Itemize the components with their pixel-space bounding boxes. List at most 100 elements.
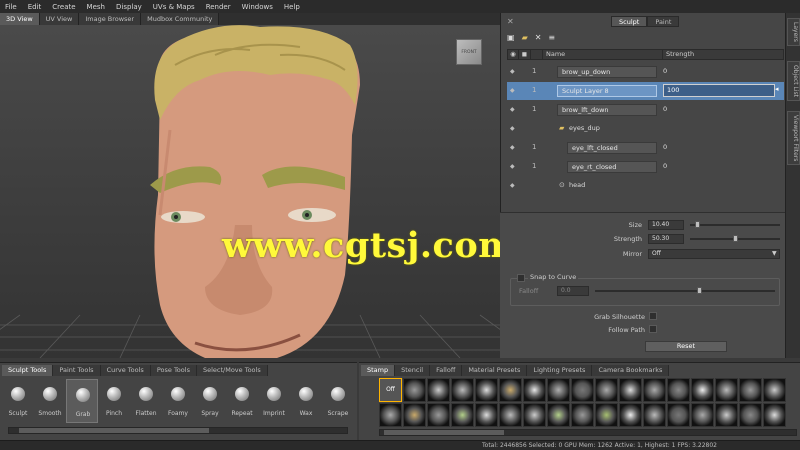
menu-icon[interactable]: ≡ [548,33,555,42]
menu-item-file[interactable]: File [5,3,17,11]
stamp-thumbnail[interactable] [475,403,498,427]
tool-sculpt[interactable]: Sculpt [2,379,34,423]
stamp-thumbnail[interactable] [379,403,402,427]
tab-pose-tools[interactable]: Pose Tools [150,365,197,376]
falloff-field[interactable]: 0.0 [557,286,589,296]
layer-flag[interactable]: 1 [532,86,536,94]
tab-mudbox-community[interactable]: Mudbox Community [141,13,220,25]
layer-row[interactable]: ◆ 1 eye_lft_closed 0 [507,139,784,157]
tool-foamy[interactable]: Foamy [162,379,194,423]
stamp-thumbnail[interactable] [763,378,786,402]
stamp-thumbnail[interactable] [475,378,498,402]
menu-item-render[interactable]: Render [206,3,231,11]
tab-material-presets[interactable]: Material Presets [462,365,528,376]
stamp-thumbnail[interactable] [619,403,642,427]
visibility-icon[interactable]: ◆ [510,163,515,170]
size-field[interactable]: 10.40 [648,220,684,230]
stamp-thumbnail[interactable] [667,403,690,427]
layer-row[interactable]: ◆ 1 eye_rt_closed 0 [507,158,784,176]
menu-item-uvs-maps[interactable]: UVs & Maps [153,3,195,11]
tab-stencil[interactable]: Stencil [395,365,431,376]
side-tab-object-list[interactable]: Object List [787,61,800,101]
tab-camera-bookmarks[interactable]: Camera Bookmarks [592,365,670,376]
layer-flag[interactable]: 1 [532,105,536,113]
layer-flag[interactable]: 1 [532,143,536,151]
stamp-thumbnail[interactable] [451,378,474,402]
falloff-slider[interactable] [595,290,775,292]
layer-row[interactable]: ◆ 1 Sculpt Layer 8 100 ◂ [507,82,784,100]
tool-pinch[interactable]: Pinch [98,379,130,423]
tab-lighting-presets[interactable]: Lighting Presets [527,365,593,376]
tab-curve-tools[interactable]: Curve Tools [100,365,151,376]
tab-paint[interactable]: Paint [647,16,680,27]
stamp-thumbnail[interactable] [427,378,450,402]
layer-flag[interactable]: 1 [532,67,536,75]
stamp-thumbnail[interactable] [547,403,570,427]
close-icon[interactable]: ✕ [507,17,514,26]
menu-item-edit[interactable]: Edit [28,3,42,11]
menu-item-windows[interactable]: Windows [242,3,273,11]
tab-uv-view[interactable]: UV View [39,13,80,25]
chevron-down-icon[interactable]: ▼ [772,250,777,257]
name-column-header[interactable]: Name [543,50,663,59]
visibility-icon[interactable]: ◆ [510,106,515,113]
stamp-thumbnail[interactable] [523,378,546,402]
tab-select-move-tools[interactable]: Select/Move Tools [196,365,268,376]
menu-item-help[interactable]: Help [284,3,300,11]
visibility-icon[interactable]: ◆ [510,87,515,94]
stamp-thumbnail[interactable] [499,378,522,402]
tab-sculpt-tools[interactable]: Sculpt Tools [2,365,54,376]
layer-flag[interactable]: 1 [532,162,536,170]
view-cube[interactable]: FRONT [456,39,482,65]
tab-3d-view[interactable]: 3D View [0,13,40,25]
stamp-thumbnail[interactable] [643,403,666,427]
strength-slider-knob[interactable] [733,235,738,242]
strength-field[interactable]: 50.30 [648,234,684,244]
snap-to-curve-checkbox[interactable] [517,274,525,282]
menu-item-create[interactable]: Create [52,3,75,11]
tab-stamp[interactable]: Stamp [361,365,396,376]
stamp-tray-scrollbar[interactable] [379,429,797,436]
stamp-thumbnail[interactable] [547,378,570,402]
stamp-thumbnail[interactable] [715,378,738,402]
stamp-thumbnail[interactable] [595,378,618,402]
stamp-tray-scroll-thumb[interactable] [384,430,504,435]
grab-silhouette-checkbox[interactable] [649,312,657,320]
3d-viewport[interactable]: FRONT www.cgtsj.com [0,25,500,358]
tab-sculpt[interactable]: Sculpt [611,16,648,27]
chevron-right-icon[interactable]: ◂ [775,85,779,93]
menu-item-display[interactable]: Display [116,3,142,11]
tool-flatten[interactable]: Flatten [130,379,162,423]
stamp-thumbnail[interactable] [523,403,546,427]
tool-grab[interactable]: Grab [66,379,98,423]
tool-scrape[interactable]: Scrape [322,379,354,423]
stamp-thumbnail[interactable] [691,403,714,427]
layer-row[interactable]: ◆ ▰ eyes_dup [507,120,784,138]
stamp-thumbnail[interactable] [667,378,690,402]
stamp-thumbnail[interactable] [571,378,594,402]
follow-path-checkbox[interactable] [649,325,657,333]
mirror-select[interactable]: Off [648,249,780,259]
reset-button[interactable]: Reset [645,341,727,352]
stamp-thumbnail[interactable] [619,378,642,402]
stamp-thumbnail[interactable] [595,403,618,427]
size-slider[interactable] [690,224,780,226]
tab-image-browser[interactable]: Image Browser [79,13,142,25]
stamp-thumbnail[interactable] [763,403,786,427]
layer-row[interactable]: ◆ 1 brow_up_down 0 [507,63,784,81]
tool-imprint[interactable]: Imprint [258,379,290,423]
tool-wax[interactable]: Wax [290,379,322,423]
visibility-icon[interactable]: ◆ [510,68,515,75]
folder-icon[interactable]: ▰ [522,33,528,42]
delete-icon[interactable]: ✕ [535,33,542,42]
side-tab-viewport-filters[interactable]: Viewport Filters [787,111,800,166]
stamp-thumbnail[interactable] [451,403,474,427]
strength-column-header[interactable]: Strength [663,50,783,59]
tool-spray[interactable]: Spray [194,379,226,423]
stamp-thumbnail[interactable] [643,378,666,402]
tool-tray-scroll-thumb[interactable] [19,428,209,433]
tool-tray-scrollbar[interactable] [8,427,348,434]
layer-row[interactable]: ◆ ⊙ head [507,177,784,195]
size-slider-knob[interactable] [694,221,700,228]
stamp-thumbnail[interactable] [403,403,426,427]
